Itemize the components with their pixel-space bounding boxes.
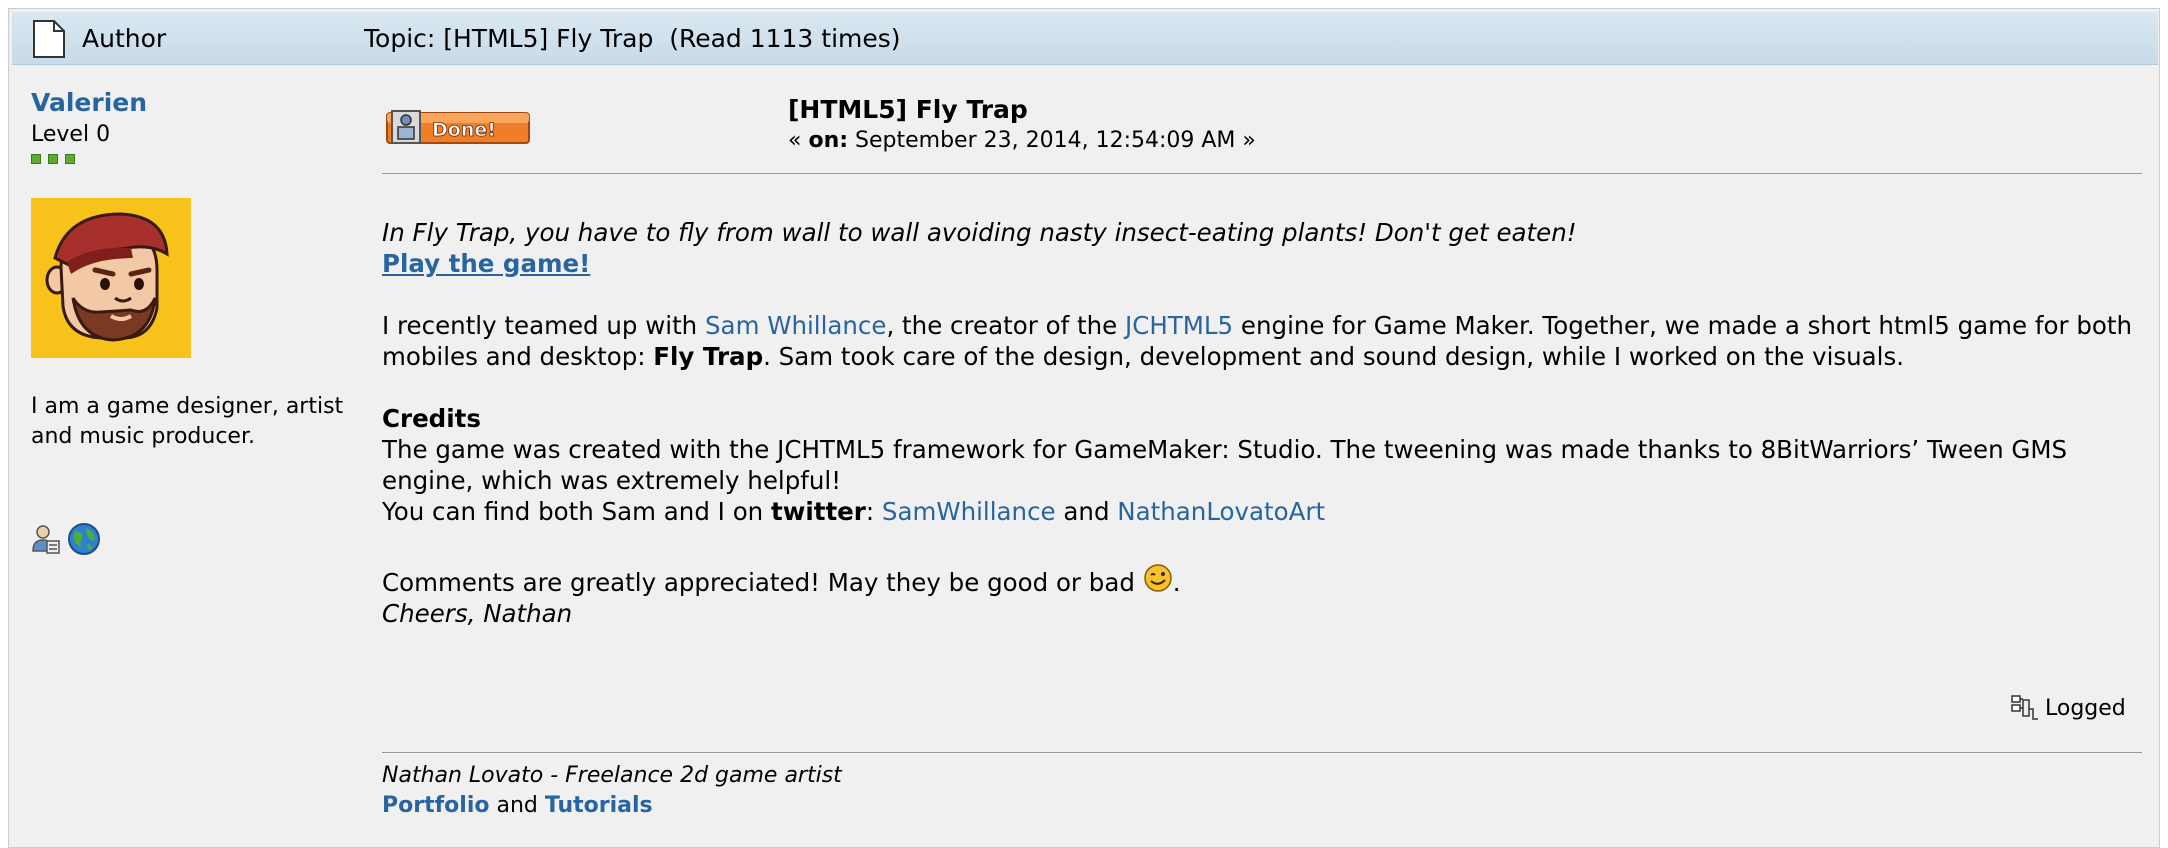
member-level: Level 0 bbox=[31, 122, 111, 147]
date-prefix: « bbox=[788, 128, 809, 153]
post-date: « on: September 23, 2014, 12:54:09 AM » bbox=[788, 126, 1256, 156]
text: mobiles and desktop: bbox=[382, 342, 654, 371]
topic-title: Topic: [HTML5] Fly Trap (Read 1113 times… bbox=[364, 24, 901, 53]
username-link[interactable]: Valerien bbox=[31, 88, 361, 118]
twitter-label: twitter bbox=[771, 497, 866, 526]
profile-icons bbox=[31, 522, 361, 556]
divider bbox=[382, 173, 2142, 174]
intro-text: In Fly Trap, you have to fly from wall t… bbox=[382, 218, 1577, 247]
website-globe-icon[interactable] bbox=[67, 522, 101, 556]
text: and bbox=[1055, 497, 1118, 526]
signature-links: Portfolio and Tutorials bbox=[382, 791, 842, 821]
bio-line: I am a game designer, artist bbox=[31, 394, 344, 419]
view-profile-icon[interactable] bbox=[31, 523, 61, 555]
credits-heading: Credits bbox=[382, 404, 481, 433]
play-game-link[interactable]: Play the game! bbox=[382, 249, 590, 278]
rank-star-icon bbox=[48, 154, 58, 164]
credits-line: engine, which was extremely helpful! bbox=[382, 466, 842, 495]
post-title[interactable]: [HTML5] Fly Trap bbox=[788, 95, 1028, 125]
sam-whillance-link[interactable]: Sam Whillance bbox=[705, 311, 886, 340]
paragraph: mobiles and desktop: Fly Trap. Sam took … bbox=[382, 341, 2142, 372]
user-bio: I am a game designer, artist and music p… bbox=[31, 392, 361, 452]
text: : bbox=[865, 497, 882, 526]
bio-line: and music producer. bbox=[31, 424, 255, 449]
rank-star-icon bbox=[65, 154, 75, 164]
author-column-label: Author bbox=[82, 24, 167, 53]
text: . bbox=[1172, 568, 1181, 597]
poster-info: Valerien Level 0 I am a game designer, a… bbox=[31, 88, 361, 556]
text: I recently teamed up with bbox=[382, 311, 705, 340]
jchtml5-link[interactable]: JCHTML5 bbox=[1125, 311, 1233, 340]
text: . Sam took care of the design, developme… bbox=[763, 342, 1905, 371]
logged-ip-icon bbox=[2011, 695, 2038, 720]
post-body: In Fly Trap, you have to fly from wall t… bbox=[382, 217, 2142, 629]
logged-indicator: Logged bbox=[2011, 695, 2126, 721]
svg-text:Done!: Done! bbox=[432, 119, 496, 141]
credits-line: You can find both Sam and I on twitter: … bbox=[382, 496, 2142, 527]
text: and bbox=[489, 793, 545, 818]
tutorials-link[interactable]: Tutorials bbox=[545, 793, 653, 818]
wink-smiley-icon bbox=[1143, 564, 1172, 592]
game-name: Fly Trap bbox=[653, 342, 764, 371]
logged-label: Logged bbox=[2045, 695, 2126, 721]
comments-line: Comments are greatly appreciated! May th… bbox=[382, 563, 2142, 598]
document-icon bbox=[33, 20, 65, 58]
portfolio-link[interactable]: Portfolio bbox=[382, 793, 490, 818]
date-text: September 23, 2014, 12:54:09 AM » bbox=[848, 128, 1256, 153]
date-on-label: on: bbox=[808, 128, 849, 153]
text: , the creator of the bbox=[886, 311, 1126, 340]
avatar bbox=[31, 198, 191, 358]
signoff: Cheers, Nathan bbox=[382, 599, 573, 628]
signature-line: Nathan Lovato - Freelance 2d game artist bbox=[382, 763, 842, 788]
rank-stars bbox=[31, 154, 361, 164]
nathanlovatoart-twitter-link[interactable]: NathanLovatoArt bbox=[1117, 497, 1325, 526]
text: engine for Game Maker. Together, we made… bbox=[1233, 311, 2133, 340]
paragraph: I recently teamed up with Sam Whillance,… bbox=[382, 310, 2142, 341]
done-badge-icon: Done! bbox=[386, 110, 530, 144]
avatar-portrait-icon bbox=[31, 198, 191, 358]
signature-divider bbox=[382, 752, 2142, 753]
credits-line: The game was created with the JCHTML5 fr… bbox=[382, 435, 2068, 464]
signature: Nathan Lovato - Freelance 2d game artist… bbox=[382, 761, 842, 821]
samwhillance-twitter-link[interactable]: SamWhillance bbox=[882, 497, 1056, 526]
rank-star-icon bbox=[31, 154, 41, 164]
text: Comments are greatly appreciated! May th… bbox=[382, 568, 1143, 597]
topic-header: Author Topic: [HTML5] Fly Trap (Read 111… bbox=[12, 12, 2158, 65]
text: You can find both Sam and I on bbox=[382, 497, 771, 526]
